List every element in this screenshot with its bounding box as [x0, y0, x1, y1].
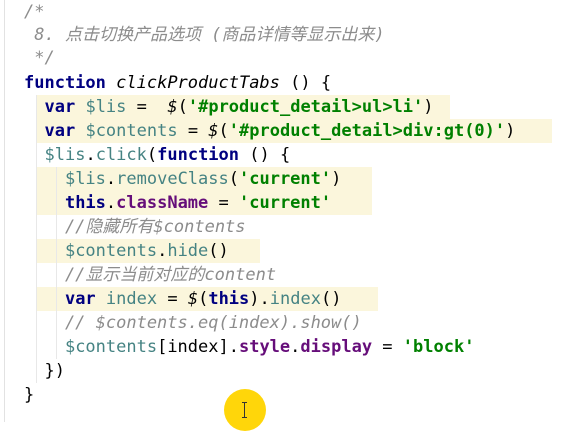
code-token: ( — [146, 145, 158, 165]
code-token: index — [105, 289, 158, 309]
code-token: $ — [187, 289, 199, 309]
code-token: 'block' — [402, 337, 475, 357]
code-token: () { — [239, 145, 291, 165]
code-token: . — [290, 337, 301, 357]
code-token: var — [64, 289, 96, 309]
code-token: function — [24, 73, 106, 93]
code-token: 'current' — [239, 169, 332, 189]
code-token: . — [105, 169, 117, 189]
code-token: ( — [218, 121, 229, 141]
code-token: $lis — [85, 97, 127, 117]
code-token: () — [320, 289, 342, 309]
code-token: ). — [249, 289, 270, 309]
code-token: $contents — [85, 121, 178, 141]
code-token: this — [64, 193, 106, 213]
code-token: $contents — [64, 337, 158, 357]
code-token: ) — [423, 97, 434, 117]
code-token: . — [105, 193, 117, 213]
code-line[interactable]: // $contents.eq(index).show() — [24, 311, 362, 335]
code-line[interactable]: $contents[index].style.display = 'block' — [24, 335, 474, 359]
code-token: () { — [279, 73, 332, 93]
code-token: className — [116, 193, 209, 213]
code-line[interactable]: function clickProductTabs () { — [24, 71, 331, 95]
code-token: '#product_detail>div:gt(0)' — [228, 121, 506, 141]
code-token: ( — [177, 97, 188, 117]
code-line[interactable]: //显示当前对应的content — [24, 263, 276, 287]
code-token: $ — [208, 121, 219, 141]
gutter-divider — [4, 0, 5, 422]
code-token: /* — [24, 2, 45, 22]
code-token: = — [208, 193, 239, 213]
code-token: ) — [331, 169, 342, 189]
code-token: ( — [198, 289, 209, 309]
code-token: var — [44, 121, 76, 141]
code-line[interactable]: $contents.hide() — [24, 239, 229, 263]
code-token: . — [157, 241, 168, 261]
code-token: . — [85, 145, 96, 165]
code-token: function — [157, 145, 240, 165]
code-token: 'current' — [239, 193, 332, 213]
code-token: = — [177, 121, 209, 141]
code-token: */ — [24, 48, 55, 68]
code-token: removeClass — [116, 169, 229, 189]
code-line[interactable]: */ — [24, 46, 55, 70]
code-token: '#product_detail>ul>li' — [187, 97, 424, 117]
code-line[interactable]: //隐藏所有$contents — [24, 215, 246, 239]
code-line[interactable]: /* — [24, 0, 44, 24]
code-line[interactable]: var index = $(this).index() — [24, 287, 341, 311]
code-token: $lis — [64, 169, 106, 189]
code-token: 8. 点击切换产品选项 (商品详情等显示出来) — [24, 25, 385, 45]
code-token: = — [372, 337, 403, 357]
code-token: } — [24, 385, 35, 405]
code-line[interactable]: $lis.click(function () { — [24, 143, 290, 167]
code-token: $contents — [64, 241, 158, 261]
code-token: style — [238, 337, 291, 357]
code-line[interactable]: this.className = 'current' — [24, 191, 331, 215]
code-token: $lis — [44, 145, 86, 165]
code-token: = — [126, 97, 168, 117]
code-token: click — [95, 145, 147, 165]
code-token: = — [157, 289, 188, 309]
code-token: index — [269, 289, 321, 309]
code-line[interactable]: var $lis = $('#product_detail>ul>li') — [24, 95, 434, 119]
code-token: hide — [167, 241, 209, 261]
code-token: ( — [228, 169, 239, 189]
code-token: // $contents.eq(index).show() — [24, 313, 362, 333]
code-editor[interactable]: /* 8. 点击切换产品选项 (商品详情等显示出来) */ function cl… — [0, 0, 582, 431]
code-token: [index]. — [157, 337, 239, 357]
code-line[interactable]: 8. 点击切换产品选项 (商品详情等显示出来) — [24, 23, 385, 47]
code-line[interactable]: } — [24, 383, 34, 407]
code-token: $ — [167, 97, 178, 117]
code-token: }) — [24, 361, 65, 381]
code-token: clickProductTabs — [116, 73, 280, 93]
code-line[interactable]: var $contents = $('#product_detail>div:g… — [24, 119, 515, 143]
code-token: display — [300, 337, 373, 357]
code-line[interactable]: $lis.removeClass('current') — [24, 167, 341, 191]
text-cursor-icon — [242, 402, 248, 418]
code-token: ) — [505, 121, 516, 141]
code-line[interactable]: }) — [24, 359, 65, 383]
code-token: //显示当前对应的content — [24, 265, 277, 285]
code-token: this — [208, 289, 250, 309]
code-token: //隐藏所有$contents — [24, 217, 246, 237]
code-token: () — [208, 241, 229, 261]
code-token: var — [44, 97, 76, 117]
